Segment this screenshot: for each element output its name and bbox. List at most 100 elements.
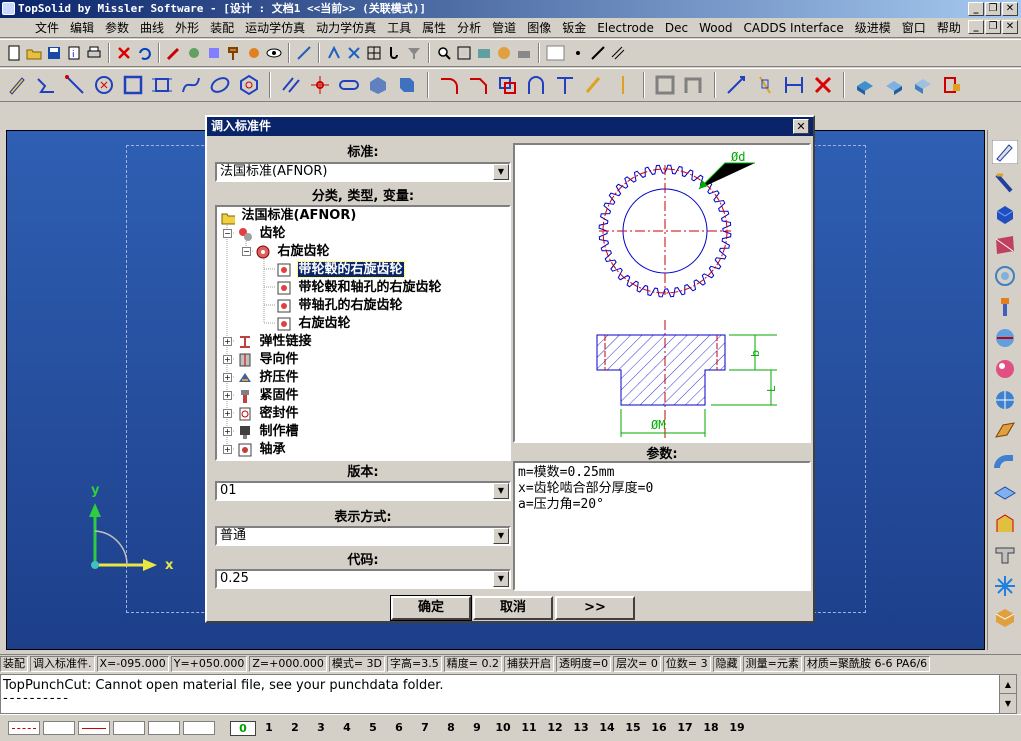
view-top-icon[interactable] xyxy=(883,74,905,96)
hatch-icon[interactable] xyxy=(783,74,805,96)
contour-icon[interactable] xyxy=(683,74,705,96)
punch-icon[interactable] xyxy=(993,543,1017,567)
doc-close-button[interactable]: ✕ xyxy=(1002,20,1018,34)
expand-icon[interactable]: + xyxy=(223,373,232,382)
category-tree[interactable]: 法国标准(AFNOR) − 齿轮 − 右旋齿轮 带轮毂的右旋齿轮 带轮毂和轴孔的… xyxy=(215,205,511,461)
layer-item[interactable]: 6 xyxy=(386,721,412,736)
screw-icon[interactable] xyxy=(993,295,1017,319)
modify-icon[interactable] xyxy=(206,45,222,61)
sketch-icon[interactable] xyxy=(6,74,28,96)
pink-sphere-icon[interactable] xyxy=(993,357,1017,381)
sheet-metal-icon[interactable] xyxy=(993,419,1017,443)
tool-icon[interactable] xyxy=(246,45,262,61)
line-thickness-icon[interactable] xyxy=(610,45,626,61)
layer-item[interactable]: 13 xyxy=(568,721,594,736)
line-icon[interactable] xyxy=(64,74,86,96)
plate-icon[interactable] xyxy=(993,481,1017,505)
trim-icon[interactable] xyxy=(496,74,518,96)
edit-icon[interactable] xyxy=(186,45,202,61)
message-scrollbar[interactable]: ▲ ▼ xyxy=(999,674,1017,714)
pick-icon[interactable] xyxy=(166,45,182,61)
menu-item[interactable]: 窗口 xyxy=(902,19,926,36)
tree-node-groove[interactable]: 制作槽 xyxy=(237,423,299,441)
scroll-up-icon[interactable]: ▲ xyxy=(1000,675,1016,694)
dimension-icon[interactable] xyxy=(725,74,747,96)
menu-item[interactable]: Wood xyxy=(699,21,732,35)
undo-icon[interactable] xyxy=(136,45,152,61)
layer-item[interactable]: 3 xyxy=(308,721,334,736)
line-solid-sample[interactable] xyxy=(78,721,110,735)
version-select[interactable]: 01 ▼ xyxy=(215,481,511,501)
surface-icon[interactable] xyxy=(993,233,1017,257)
snap-icon[interactable] xyxy=(326,45,342,61)
layer-item[interactable]: 15 xyxy=(620,721,646,736)
new-file-icon[interactable] xyxy=(6,45,22,61)
menu-item[interactable]: 动力学仿真 xyxy=(316,19,376,36)
layer-item[interactable]: 4 xyxy=(334,721,360,736)
tree-leaf-hub-bore-gear[interactable]: 带轮毂和轴孔的右旋齿轮 xyxy=(277,279,442,297)
line-blank-sample[interactable] xyxy=(113,721,145,735)
layer-item[interactable]: 12 xyxy=(542,721,568,736)
print-icon[interactable] xyxy=(86,45,102,61)
menu-item[interactable]: 编辑 xyxy=(70,19,94,36)
delete-icon[interactable] xyxy=(116,45,132,61)
assembly-icon[interactable] xyxy=(993,326,1017,350)
parallel-icon[interactable] xyxy=(280,74,302,96)
chevron-down-icon[interactable]: ▼ xyxy=(493,164,509,180)
open-folder-icon[interactable] xyxy=(26,45,42,61)
printer-icon[interactable] xyxy=(516,45,532,61)
sketch-tool-icon[interactable] xyxy=(991,140,1018,164)
tree-node-fastener[interactable]: 紧固件 xyxy=(237,387,299,405)
menu-item[interactable]: 外形 xyxy=(175,19,199,36)
grid-icon[interactable] xyxy=(366,45,382,61)
menu-item[interactable]: 图像 xyxy=(527,19,551,36)
point-icon[interactable] xyxy=(309,74,331,96)
ellipse-icon[interactable] xyxy=(209,74,231,96)
collapse-icon[interactable]: − xyxy=(223,229,232,238)
chevron-down-icon[interactable]: ▼ xyxy=(493,528,509,544)
close-button[interactable]: ✕ xyxy=(1002,2,1018,16)
save-icon[interactable] xyxy=(46,45,62,61)
annotation-icon[interactable] xyxy=(754,74,776,96)
doc-maximize-button[interactable]: ❐ xyxy=(985,20,1001,34)
expand-icon[interactable]: + xyxy=(223,337,232,346)
view-side-icon[interactable] xyxy=(941,74,963,96)
app-icon[interactable] xyxy=(2,2,15,15)
layer-item[interactable]: 5 xyxy=(360,721,386,736)
expand-icon[interactable]: + xyxy=(223,427,232,436)
tree-node-gear[interactable]: 齿轮 xyxy=(237,225,286,243)
view-front-icon[interactable] xyxy=(854,74,876,96)
polygon-icon[interactable] xyxy=(238,74,260,96)
menu-item[interactable]: 文件 xyxy=(35,19,59,36)
tree-leaf-gear[interactable]: 右旋齿轮 xyxy=(277,315,351,333)
chevron-down-icon[interactable]: ▼ xyxy=(493,483,509,499)
globe-icon[interactable] xyxy=(993,388,1017,412)
color-swatch-icon[interactable] xyxy=(546,45,566,61)
frame-icon[interactable] xyxy=(151,74,173,96)
tree-leaf-bore-gear[interactable]: 带轴孔的右旋齿轮 xyxy=(277,297,403,315)
cancel-button[interactable]: 取消 xyxy=(473,596,553,620)
tree-node-root[interactable]: 法国标准(AFNOR) xyxy=(221,207,356,225)
mold-icon[interactable] xyxy=(993,512,1017,536)
menu-item[interactable]: 曲线 xyxy=(140,19,164,36)
rectangle-icon[interactable] xyxy=(122,74,144,96)
delete-curve-icon[interactable] xyxy=(812,74,834,96)
layer-item[interactable]: 1 xyxy=(256,721,282,736)
layer-item[interactable]: 19 xyxy=(724,721,750,736)
point-style-icon[interactable] xyxy=(570,45,586,61)
ok-button[interactable]: 确定 xyxy=(390,595,472,621)
standard-select[interactable]: 法国标准(AFNOR) ▼ xyxy=(215,162,511,182)
zoom-icon[interactable] xyxy=(436,45,452,61)
doc-minimize-button[interactable]: _ xyxy=(968,20,984,34)
shade-icon[interactable] xyxy=(496,45,512,61)
revolve-icon[interactable] xyxy=(993,264,1017,288)
layer-item[interactable]: 14 xyxy=(594,721,620,736)
layer-item[interactable]: 7 xyxy=(412,721,438,736)
menu-item[interactable]: 工具 xyxy=(387,19,411,36)
hook-icon[interactable] xyxy=(386,45,402,61)
modify-curve-icon[interactable] xyxy=(583,74,605,96)
maximize-button[interactable]: ❐ xyxy=(985,2,1001,16)
properties-icon[interactable]: i xyxy=(66,45,82,61)
layer-item[interactable]: 2 xyxy=(282,721,308,736)
line-blank-sample[interactable] xyxy=(43,721,75,735)
